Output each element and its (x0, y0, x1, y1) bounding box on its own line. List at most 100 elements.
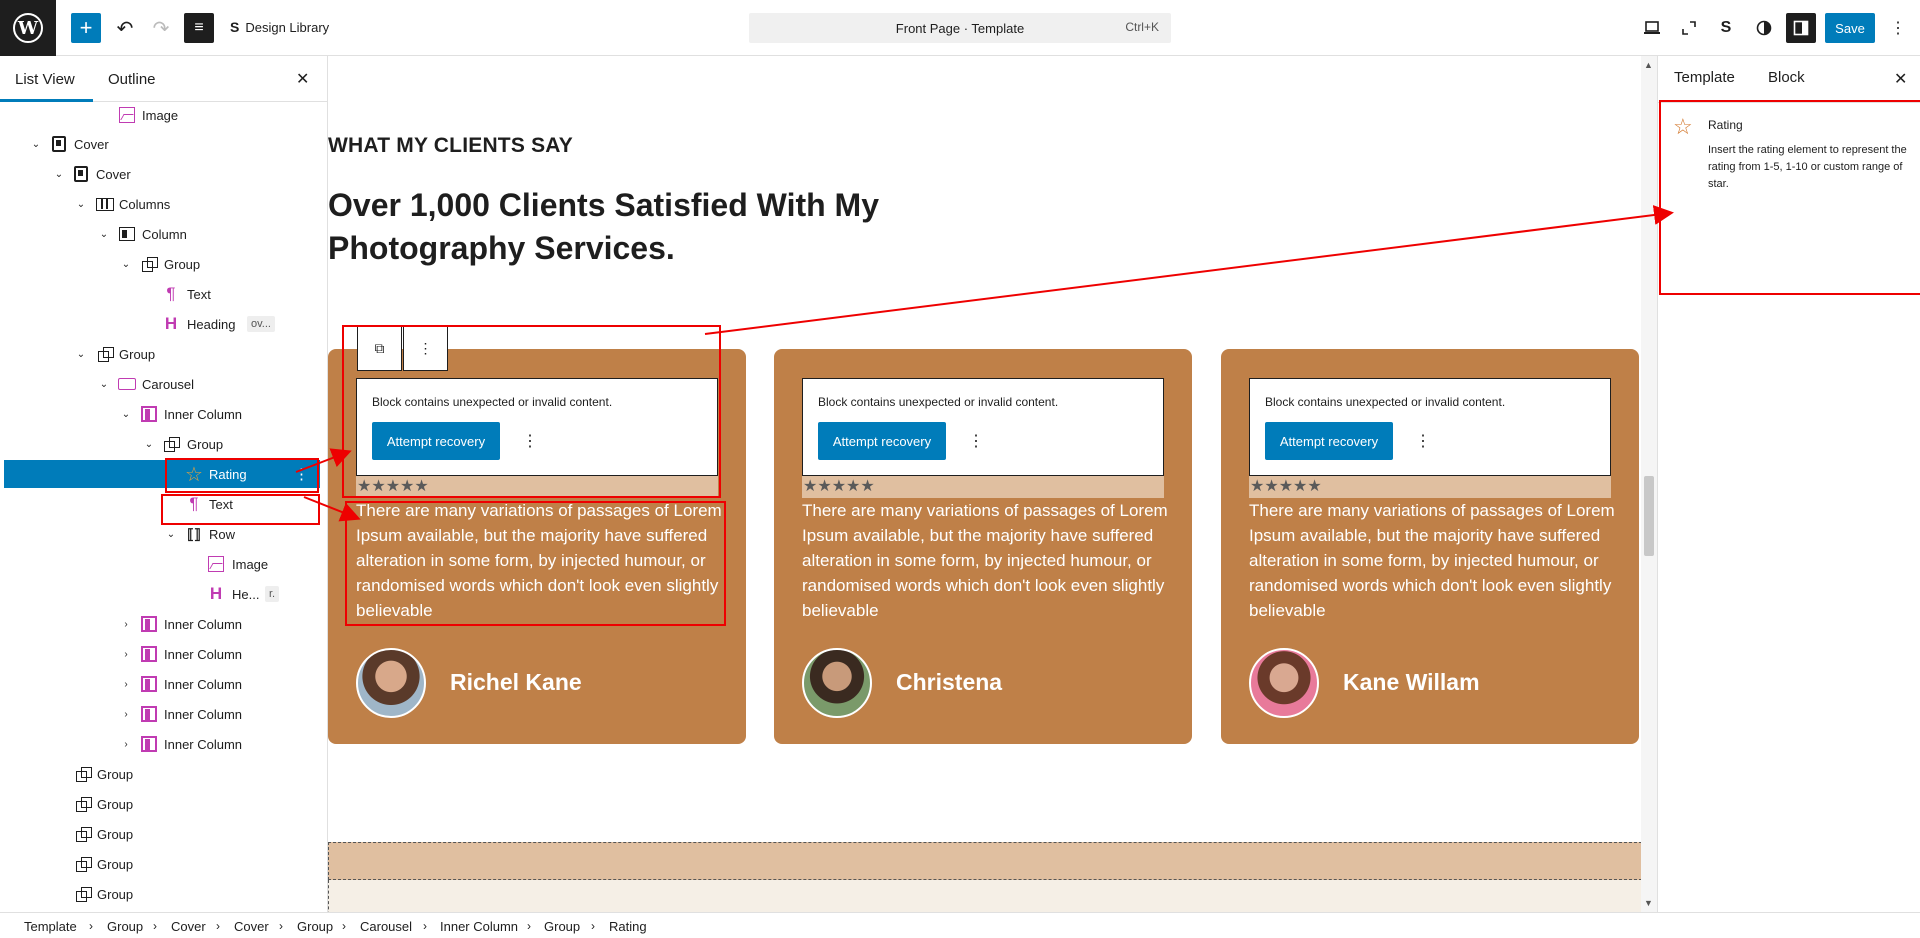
tree-item-group[interactable]: Group (4, 760, 320, 788)
chevron-down-icon[interactable]: ⌄ (98, 379, 110, 390)
design-library-button[interactable]: S Design Library (230, 19, 329, 35)
chevron-down-icon[interactable]: ⌄ (75, 199, 87, 210)
tree-item-text[interactable]: ¶ Text (4, 280, 320, 308)
tree-item-inner-column[interactable]: ⌄ Inner Column (4, 400, 320, 428)
tree-item-group[interactable]: Group (4, 790, 320, 818)
rating-stars[interactable]: ★★★★★ (1249, 476, 1611, 498)
block-options-button[interactable]: ⋮ (403, 326, 448, 371)
testimonial-text[interactable]: There are many variations of passages of… (356, 498, 726, 623)
breadcrumb-item[interactable]: Template (24, 919, 77, 934)
settings-sidebar-toggle[interactable] (1786, 13, 1816, 43)
tree-item-image[interactable]: Image (4, 101, 320, 129)
chevron-down-icon[interactable]: ⌄ (120, 409, 132, 420)
rating-stars[interactable]: ★★★★★ (356, 476, 718, 498)
scroll-up-arrow-icon[interactable]: ▲ (1644, 60, 1653, 70)
client-name[interactable]: Christena (896, 669, 1002, 696)
tree-item-cover[interactable]: ⌄ Cover (4, 130, 320, 158)
breadcrumb-item[interactable]: Group (297, 919, 333, 934)
chevron-right-icon[interactable]: › (120, 709, 132, 720)
tree-item-group[interactable]: ⌄ Group (4, 250, 320, 278)
undo-button[interactable]: ↶ (110, 13, 140, 43)
close-settings-button[interactable]: ✕ (1894, 69, 1907, 89)
selected-section-outline[interactable] (328, 842, 1642, 880)
tree-item-row[interactable]: ⌄ ⟦⟧ Row (4, 520, 320, 548)
chevron-right-icon[interactable]: › (120, 619, 132, 630)
options-menu-button[interactable]: ⋮ (1883, 13, 1913, 43)
breadcrumb-item[interactable]: Rating (609, 919, 647, 934)
tree-item-group[interactable]: ⌄ Group (4, 340, 320, 368)
client-name[interactable]: Richel Kane (450, 669, 582, 696)
tree-item-column[interactable]: ⌄ Column (4, 220, 320, 248)
tree-item-rating-selected[interactable]: ☆ Rating ⋮ (4, 460, 320, 488)
testimonial-card[interactable]: Block contains unexpected or invalid con… (1221, 349, 1639, 744)
add-block-button[interactable]: + (71, 13, 101, 43)
next-section[interactable] (328, 880, 1642, 912)
warning-more-options-icon[interactable]: ⋮ (1415, 431, 1431, 451)
warning-more-options-icon[interactable]: ⋮ (522, 431, 538, 451)
testimonial-text[interactable]: There are many variations of passages of… (1249, 498, 1619, 623)
breadcrumb-item[interactable]: Inner Column (440, 919, 518, 934)
list-view-toggle-button[interactable]: ≡ (184, 13, 214, 43)
styles-button[interactable] (1749, 13, 1779, 43)
chevron-right-icon[interactable]: › (120, 679, 132, 690)
tab-template[interactable]: Template (1674, 69, 1735, 86)
tree-item-columns[interactable]: ⌄ Columns (4, 190, 320, 218)
tree-item-inner-column[interactable]: › Inner Column (4, 670, 320, 698)
scrollbar-thumb[interactable] (1644, 476, 1654, 556)
testimonial-card[interactable]: Block contains unexpected or invalid con… (328, 349, 746, 744)
tree-item-image[interactable]: Image (4, 550, 320, 578)
chevron-right-icon[interactable]: › (120, 739, 132, 750)
chevron-right-icon[interactable]: › (120, 649, 132, 660)
tree-item-heading[interactable]: H Heading ov... (4, 310, 320, 338)
wordpress-logo-button[interactable]: W (0, 0, 56, 56)
chevron-down-icon[interactable]: ⌄ (143, 439, 155, 450)
device-preview-button[interactable] (1637, 13, 1667, 43)
tree-item-inner-column[interactable]: › Inner Column (4, 700, 320, 728)
rating-stars[interactable]: ★★★★★ (802, 476, 1164, 498)
avatar[interactable] (1249, 648, 1319, 718)
tree-item-cover[interactable]: ⌄ Cover (4, 160, 320, 188)
editor-canvas[interactable]: WHAT MY CLIENTS SAY Over 1,000 Clients S… (328, 56, 1642, 912)
breadcrumb-item[interactable]: Cover (234, 919, 269, 934)
tree-item-inner-column[interactable]: › Inner Column (4, 730, 320, 758)
block-type-button[interactable]: ⧉ (357, 326, 402, 371)
tree-item-group[interactable]: ⌄ Group (4, 430, 320, 458)
chevron-down-icon[interactable]: ⌄ (120, 259, 132, 270)
scroll-down-arrow-icon[interactable]: ▼ (1644, 898, 1653, 908)
command-palette-bar[interactable]: Front Page · Template Ctrl+K (749, 13, 1171, 43)
tree-item-carousel[interactable]: ⌄ Carousel (4, 370, 320, 398)
testimonial-card[interactable]: Block contains unexpected or invalid con… (774, 349, 1192, 744)
block-options-icon[interactable]: ⋮ (294, 465, 309, 483)
chevron-down-icon[interactable]: ⌄ (165, 529, 177, 540)
tree-item-text[interactable]: ¶ Text (4, 490, 320, 518)
tab-block[interactable]: Block (1768, 69, 1805, 86)
tree-item-inner-column[interactable]: › Inner Column (4, 610, 320, 638)
section-eyebrow[interactable]: WHAT MY CLIENTS SAY (328, 134, 573, 158)
fullscreen-button[interactable] (1674, 13, 1704, 43)
chevron-down-icon[interactable]: ⌄ (53, 169, 65, 180)
chevron-down-icon[interactable]: ⌄ (30, 139, 42, 150)
client-name[interactable]: Kane Willam (1343, 669, 1480, 696)
breadcrumb-item[interactable]: Cover (171, 919, 206, 934)
tab-list-view[interactable]: List View (15, 71, 75, 88)
breadcrumb-item[interactable]: Carousel (360, 919, 412, 934)
tree-item-group[interactable]: Group (4, 850, 320, 878)
tree-item-group[interactable]: Group (4, 820, 320, 848)
chevron-down-icon[interactable]: ⌄ (75, 349, 87, 360)
tree-item-inner-column[interactable]: › Inner Column (4, 640, 320, 668)
breadcrumb-item[interactable]: Group (107, 919, 143, 934)
avatar[interactable] (802, 648, 872, 718)
redo-button[interactable]: ↷ (146, 13, 176, 43)
breadcrumb-item[interactable]: Group (544, 919, 580, 934)
avatar[interactable] (356, 648, 426, 718)
warning-more-options-icon[interactable]: ⋮ (968, 431, 984, 451)
tree-item-group[interactable]: Group (4, 880, 320, 908)
chevron-down-icon[interactable]: ⌄ (98, 229, 110, 240)
section-heading[interactable]: Over 1,000 Clients Satisfied With My Pho… (328, 184, 968, 270)
attempt-recovery-button[interactable]: Attempt recovery (372, 422, 500, 460)
testimonial-text[interactable]: There are many variations of passages of… (802, 498, 1172, 623)
save-button[interactable]: Save (1825, 13, 1875, 43)
stackable-settings-button[interactable]: S (1711, 13, 1741, 43)
tab-outline[interactable]: Outline (108, 71, 156, 88)
attempt-recovery-button[interactable]: Attempt recovery (818, 422, 946, 460)
